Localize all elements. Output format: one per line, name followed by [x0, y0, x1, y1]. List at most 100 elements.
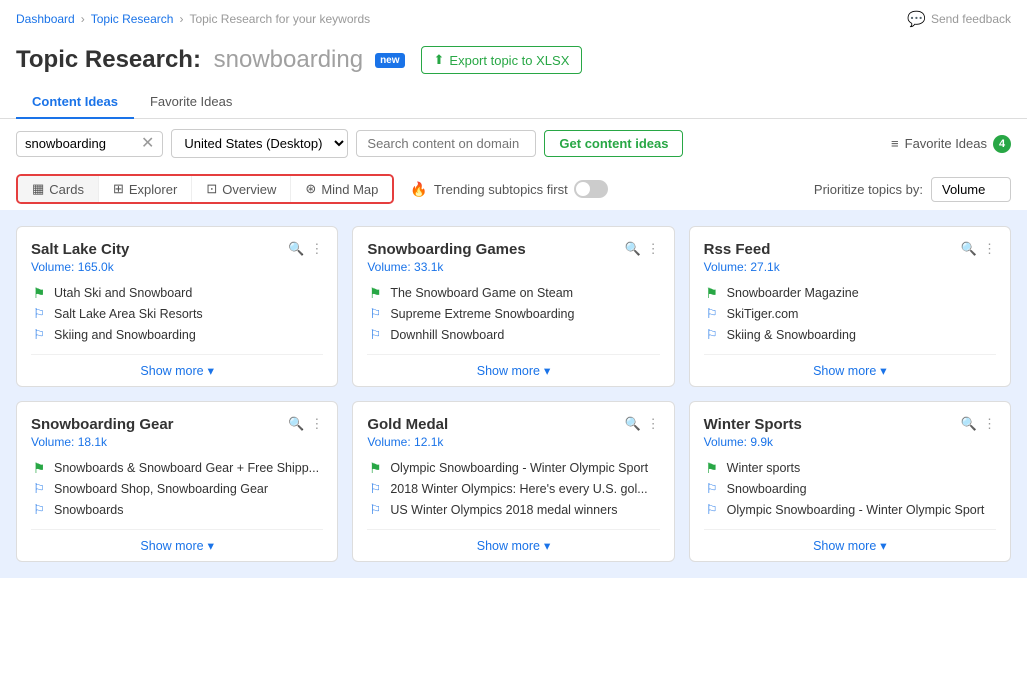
card-actions-4: 🔍 ⋮ — [624, 416, 659, 432]
more-icon-5[interactable]: ⋮ — [983, 416, 996, 432]
search-icon-5[interactable]: 🔍 — [961, 416, 977, 432]
show-more-button-0[interactable]: Show more ▾ — [31, 354, 323, 378]
view-tab-cards[interactable]: ▦ Cards — [18, 176, 99, 202]
card-items-3: ⚑ Snowboards & Snowboard Gear + Free Shi… — [31, 461, 323, 517]
card-item-text: Snowboards & Snowboard Gear + Free Shipp… — [54, 461, 319, 475]
breadcrumb-topic-research[interactable]: Topic Research — [91, 12, 174, 26]
breadcrumb-dashboard[interactable]: Dashboard — [16, 12, 75, 26]
blue-flag-icon: ⚐ — [31, 504, 47, 516]
search-icon-0[interactable]: 🔍 — [288, 241, 304, 257]
list-icon: ≡ — [891, 136, 899, 151]
clear-keyword-button[interactable]: ✕ — [141, 136, 154, 152]
card-4: Gold Medal 🔍 ⋮ Volume: 12.1k ⚑ Olympic S… — [352, 401, 674, 562]
trending-toggle[interactable] — [574, 180, 608, 198]
more-icon-1[interactable]: ⋮ — [647, 241, 660, 257]
export-label: Export topic to XLSX — [449, 53, 569, 68]
card-volume-3: Volume: 18.1k — [31, 435, 323, 449]
search-icon-1[interactable]: 🔍 — [624, 241, 640, 257]
blue-flag-icon: ⚐ — [704, 504, 720, 516]
card-0: Salt Lake City 🔍 ⋮ Volume: 165.0k ⚑ Utah… — [16, 226, 338, 387]
tab-content-ideas[interactable]: Content Ideas — [16, 86, 134, 119]
card-item-text: The Snowboard Game on Steam — [390, 286, 573, 300]
blue-flag-icon: ⚐ — [31, 308, 47, 320]
card-actions-0: 🔍 ⋮ — [288, 241, 323, 257]
cards-icon: ▦ — [32, 181, 44, 197]
card-item-text: Salt Lake Area Ski Resorts — [54, 307, 203, 321]
send-feedback-btn[interactable]: 💬 Send feedback — [907, 10, 1011, 28]
search-icon-4[interactable]: 🔍 — [624, 416, 640, 432]
keyword-input[interactable] — [25, 136, 135, 151]
more-icon-0[interactable]: ⋮ — [310, 241, 323, 257]
overview-icon: ⊡ — [206, 181, 217, 197]
card-volume-4: Volume: 12.1k — [367, 435, 659, 449]
chevron-down-icon: ▾ — [544, 363, 550, 378]
tabs-bar: Content Ideas Favorite Ideas — [0, 86, 1027, 119]
card-items-2: ⚑ Snowboarder Magazine ⚐ SkiTiger.com ⚐ … — [704, 286, 996, 342]
card-item-0-0: ⚑ Utah Ski and Snowboard — [31, 286, 323, 300]
search-icon-3[interactable]: 🔍 — [288, 416, 304, 432]
card-5: Winter Sports 🔍 ⋮ Volume: 9.9k ⚑ Winter … — [689, 401, 1011, 562]
export-button[interactable]: ⬆ Export topic to XLSX — [421, 46, 583, 74]
card-item-text: Supreme Extreme Snowboarding — [390, 307, 574, 321]
card-items-4: ⚑ Olympic Snowboarding - Winter Olympic … — [367, 461, 659, 517]
page-title: Topic Research: snowboarding — [16, 46, 363, 74]
view-tab-overview[interactable]: ⊡ Overview — [192, 176, 291, 202]
search-icon-2[interactable]: 🔍 — [961, 241, 977, 257]
blue-flag-icon: ⚐ — [31, 329, 47, 341]
card-item-text: Snowboarding — [727, 482, 807, 496]
card-volume-2: Volume: 27.1k — [704, 260, 996, 274]
keyword-display: snowboarding — [214, 46, 363, 73]
card-item-text: Snowboards — [54, 503, 124, 517]
send-feedback-label: Send feedback — [931, 12, 1011, 26]
show-more-button-2[interactable]: Show more ▾ — [704, 354, 996, 378]
blue-flag-icon: ⚐ — [704, 483, 720, 495]
country-select[interactable]: United States (Desktop) — [171, 129, 348, 158]
domain-search-input[interactable] — [356, 130, 536, 157]
more-icon-2[interactable]: ⋮ — [983, 241, 996, 257]
card-title-0: Salt Lake City — [31, 241, 129, 258]
more-icon-4[interactable]: ⋮ — [647, 416, 660, 432]
show-more-button-5[interactable]: Show more ▾ — [704, 529, 996, 553]
show-more-button-3[interactable]: Show more ▾ — [31, 529, 323, 553]
card-item-text: Snowboard Shop, Snowboarding Gear — [54, 482, 268, 496]
view-tab-explorer[interactable]: ⊞ Explorer — [99, 176, 192, 202]
controls-bar: ✕ United States (Desktop) Get content id… — [0, 119, 1027, 168]
get-content-ideas-button[interactable]: Get content ideas — [544, 130, 683, 157]
chevron-down-icon: ▾ — [880, 538, 886, 553]
card-item-2-0: ⚑ Snowboarder Magazine — [704, 286, 996, 300]
more-icon-3[interactable]: ⋮ — [310, 416, 323, 432]
card-volume-0: Volume: 165.0k — [31, 260, 323, 274]
breadcrumb-current: Topic Research for your keywords — [189, 12, 370, 26]
card-item-2-1: ⚐ SkiTiger.com — [704, 307, 996, 321]
card-volume-5: Volume: 9.9k — [704, 435, 996, 449]
green-flag-icon: ⚑ — [367, 462, 383, 474]
card-actions-1: 🔍 ⋮ — [624, 241, 659, 257]
trending-fire-icon: 🔥 — [410, 181, 427, 198]
show-more-button-1[interactable]: Show more ▾ — [367, 354, 659, 378]
card-header-0: Salt Lake City 🔍 ⋮ — [31, 241, 323, 258]
card-item-text: Olympic Snowboarding - Winter Olympic Sp… — [727, 503, 985, 517]
view-tab-mindmap[interactable]: ⊛ Mind Map — [291, 176, 392, 202]
favorite-ideas-link[interactable]: ≡ Favorite Ideas 4 — [891, 135, 1011, 153]
prioritize-label: Prioritize topics by: — [814, 182, 923, 197]
chevron-down-icon: ▾ — [208, 363, 214, 378]
green-flag-icon: ⚑ — [31, 462, 47, 474]
prioritize-select[interactable]: Volume — [931, 177, 1011, 202]
view-bar: ▦ Cards ⊞ Explorer ⊡ Overview ⊛ Mind Map… — [0, 168, 1027, 210]
card-item-4-0: ⚑ Olympic Snowboarding - Winter Olympic … — [367, 461, 659, 475]
explorer-icon: ⊞ — [113, 181, 124, 197]
blue-flag-icon: ⚐ — [704, 329, 720, 341]
mindmap-icon: ⊛ — [305, 181, 316, 197]
card-item-1-1: ⚐ Supreme Extreme Snowboarding — [367, 307, 659, 321]
cards-area: Salt Lake City 🔍 ⋮ Volume: 165.0k ⚑ Utah… — [0, 210, 1027, 578]
card-item-0-2: ⚐ Skiing and Snowboarding — [31, 328, 323, 342]
card-item-text: Skiing & Snowboarding — [727, 328, 856, 342]
favorite-count-badge: 4 — [993, 135, 1011, 153]
card-title-3: Snowboarding Gear — [31, 416, 174, 433]
card-items-1: ⚑ The Snowboard Game on Steam ⚐ Supreme … — [367, 286, 659, 342]
tab-favorite-ideas[interactable]: Favorite Ideas — [134, 86, 248, 119]
card-item-3-2: ⚐ Snowboards — [31, 503, 323, 517]
card-header-2: Rss Feed 🔍 ⋮ — [704, 241, 996, 258]
show-more-button-4[interactable]: Show more ▾ — [367, 529, 659, 553]
card-actions-5: 🔍 ⋮ — [961, 416, 996, 432]
